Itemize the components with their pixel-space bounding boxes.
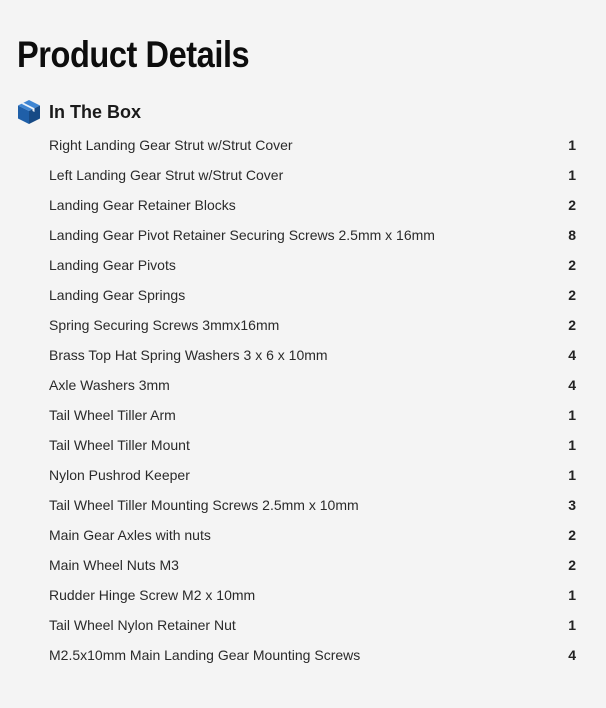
- list-item: M2.5x10mm Main Landing Gear Mounting Scr…: [49, 640, 579, 670]
- item-name: Spring Securing Screws 3mmx16mm: [49, 317, 280, 333]
- list-item: Right Landing Gear Strut w/Strut Cover 1: [49, 130, 579, 160]
- item-name: Tail Wheel Tiller Arm: [49, 407, 176, 423]
- list-item: Landing Gear Springs 2: [49, 280, 579, 310]
- item-quantity: 2: [568, 197, 576, 213]
- item-quantity: 4: [568, 647, 576, 663]
- item-quantity: 1: [568, 437, 576, 453]
- item-quantity: 2: [568, 257, 576, 273]
- item-name: Main Wheel Nuts M3: [49, 557, 179, 573]
- list-item: Spring Securing Screws 3mmx16mm 2: [49, 310, 579, 340]
- item-name: Axle Washers 3mm: [49, 377, 170, 393]
- item-name: Right Landing Gear Strut w/Strut Cover: [49, 137, 293, 153]
- item-quantity: 4: [568, 377, 576, 393]
- item-quantity: 3: [568, 497, 576, 513]
- item-name: Tail Wheel Nylon Retainer Nut: [49, 617, 236, 633]
- item-name: Landing Gear Pivot Retainer Securing Scr…: [49, 227, 435, 243]
- item-name: Main Gear Axles with nuts: [49, 527, 211, 543]
- list-item: Tail Wheel Tiller Mounting Screws 2.5mm …: [49, 490, 579, 520]
- item-name: Tail Wheel Tiller Mounting Screws 2.5mm …: [49, 497, 359, 513]
- item-quantity: 1: [568, 617, 576, 633]
- list-item: Tail Wheel Tiller Mount 1: [49, 430, 579, 460]
- list-item: Left Landing Gear Strut w/Strut Cover 1: [49, 160, 579, 190]
- list-item: Landing Gear Retainer Blocks 2: [49, 190, 579, 220]
- list-item: Main Gear Axles with nuts 2: [49, 520, 579, 550]
- item-quantity: 1: [568, 587, 576, 603]
- item-name: Nylon Pushrod Keeper: [49, 467, 190, 483]
- in-the-box-list: Right Landing Gear Strut w/Strut Cover 1 L…: [49, 130, 579, 670]
- page-title: Product Details: [17, 34, 250, 75]
- item-quantity: 1: [568, 407, 576, 423]
- item-name: Landing Gear Retainer Blocks: [49, 197, 236, 213]
- list-item: Landing Gear Pivot Retainer Securing Scr…: [49, 220, 579, 250]
- in-the-box-header: In The Box: [17, 98, 141, 126]
- item-quantity: 1: [568, 137, 576, 153]
- item-name: Landing Gear Springs: [49, 287, 186, 303]
- item-quantity: 1: [568, 467, 576, 483]
- box-icon: [17, 99, 41, 125]
- list-item: Brass Top Hat Spring Washers 3 x 6 x 10m…: [49, 340, 579, 370]
- item-quantity: 4: [568, 347, 576, 363]
- list-item: Tail Wheel Nylon Retainer Nut 1: [49, 610, 579, 640]
- item-quantity: 2: [568, 287, 576, 303]
- list-item: Tail Wheel Tiller Arm 1: [49, 400, 579, 430]
- list-item: Nylon Pushrod Keeper 1: [49, 460, 579, 490]
- list-item: Rudder Hinge Screw M2 x 10mm 1: [49, 580, 579, 610]
- item-quantity: 1: [568, 167, 576, 183]
- item-quantity: 8: [568, 227, 576, 243]
- item-name: M2.5x10mm Main Landing Gear Mounting Scr…: [49, 647, 361, 663]
- list-item: Landing Gear Pivots 2: [49, 250, 579, 280]
- item-name: Left Landing Gear Strut w/Strut Cover: [49, 167, 284, 183]
- item-quantity: 2: [568, 317, 576, 333]
- item-quantity: 2: [568, 527, 576, 543]
- list-item: Axle Washers 3mm 4: [49, 370, 579, 400]
- item-name: Tail Wheel Tiller Mount: [49, 437, 190, 453]
- item-name: Landing Gear Pivots: [49, 257, 176, 273]
- section-title: In The Box: [49, 101, 142, 122]
- list-item: Main Wheel Nuts M3 2: [49, 550, 579, 580]
- item-name: Rudder Hinge Screw M2 x 10mm: [49, 587, 256, 603]
- item-name: Brass Top Hat Spring Washers 3 x 6 x 10m…: [49, 347, 328, 363]
- item-quantity: 2: [568, 557, 576, 573]
